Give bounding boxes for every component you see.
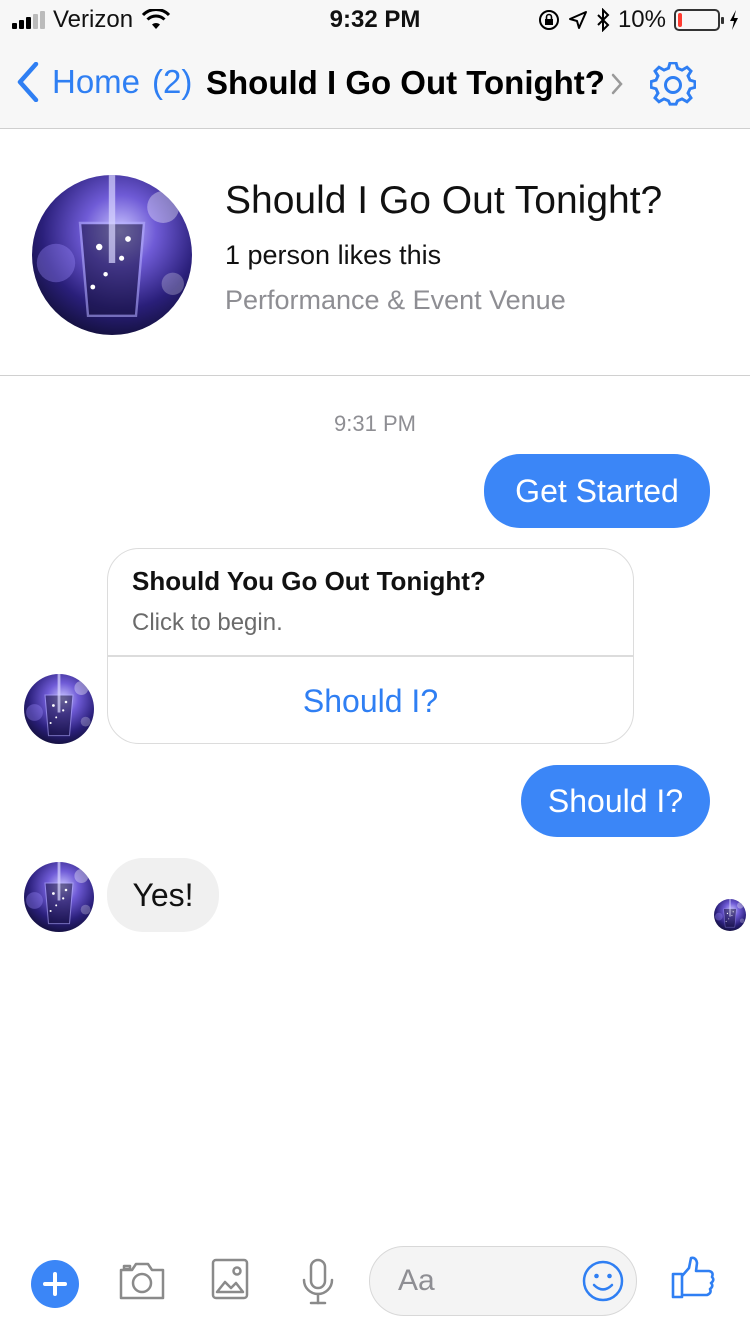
back-chevron-icon <box>17 62 39 102</box>
microphone-icon[interactable] <box>301 1258 335 1306</box>
outgoing-message[interactable]: Get Started <box>484 454 710 528</box>
thumbs-up-icon[interactable] <box>670 1254 716 1300</box>
outgoing-message[interactable]: Should I? <box>521 765 710 837</box>
battery-icon <box>674 9 724 31</box>
incoming-message[interactable]: Yes! <box>107 858 219 932</box>
message-timestamp: 9:31 PM <box>334 411 416 436</box>
sender-avatar[interactable] <box>24 862 94 932</box>
back-button[interactable]: Home (2) <box>16 62 192 102</box>
read-receipt-avatar <box>714 899 746 931</box>
status-right: 10% <box>538 6 740 34</box>
bluetooth-icon <box>597 8 610 32</box>
message-composer <box>0 1240 750 1334</box>
plus-icon[interactable] <box>31 1260 79 1308</box>
orientation-lock-icon <box>538 10 559 30</box>
message-input-box[interactable] <box>369 1246 637 1316</box>
card-postback-button[interactable]: Should I? <box>108 657 633 743</box>
nav-bar: Home (2) Should I Go Out Tonight? <box>0 40 750 129</box>
nav-title[interactable]: Should I Go Out Tonight? <box>206 64 605 102</box>
generic-template-card: Should You Go Out Tonight? Click to begi… <box>107 548 634 744</box>
page-avatar[interactable] <box>32 175 192 335</box>
page-category: Performance & Event Venue <box>225 285 566 315</box>
sender-avatar[interactable] <box>24 674 94 744</box>
charging-icon <box>730 10 738 30</box>
gear-icon[interactable] <box>650 62 696 108</box>
page-profile-header: Should I Go Out Tonight? 1 person likes … <box>0 129 750 376</box>
location-icon <box>568 11 587 29</box>
battery-percent: 10% <box>617 6 666 33</box>
back-label: Home <box>52 63 141 100</box>
page-name: Should I Go Out Tonight? <box>225 179 663 222</box>
card-subtitle: Click to begin. <box>132 609 283 636</box>
emoji-icon[interactable] <box>581 1259 625 1303</box>
chevron-right-icon[interactable] <box>610 72 624 96</box>
battery-fill <box>678 13 682 27</box>
card-title: Should You Go Out Tonight? <box>132 566 486 596</box>
camera-icon[interactable] <box>118 1258 166 1302</box>
page-likes: 1 person likes this <box>225 240 442 270</box>
status-bar: Verizon 9:32 PM 10% <box>0 0 750 40</box>
message-input[interactable] <box>398 1259 578 1303</box>
photo-icon[interactable] <box>211 1258 249 1300</box>
unread-count: (2) <box>152 63 193 100</box>
